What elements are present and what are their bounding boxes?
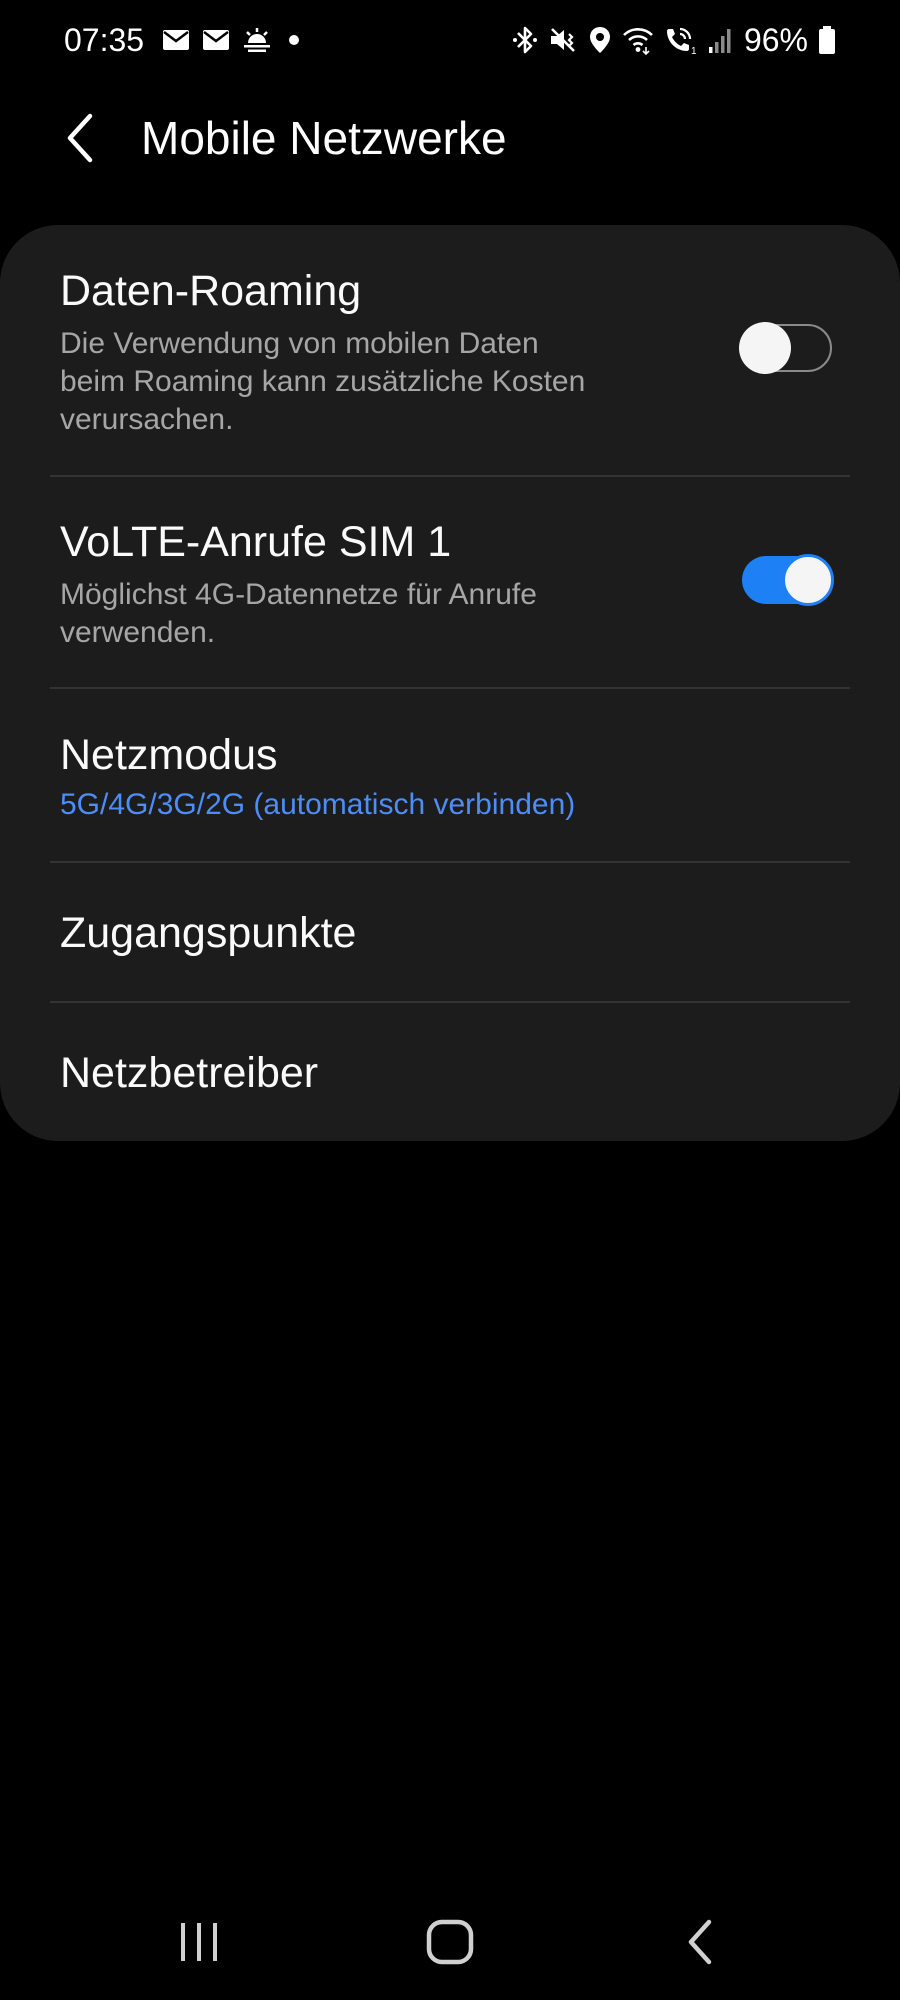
app-header: Mobile Netzwerke: [0, 96, 900, 180]
data-roaming-description: Die Verwendung von mobilen Daten beim Ro…: [60, 325, 660, 439]
volte-row[interactable]: VoLTE-Anrufe SIM 1 Möglichst 4G-Datennet…: [0, 477, 900, 687]
mute-vibrate-icon: [548, 25, 578, 55]
data-roaming-description-line: Die Verwendung von mobilen Daten: [60, 327, 539, 360]
home-button[interactable]: [405, 1907, 495, 1977]
status-bar: 07:35 1 96%: [0, 0, 900, 80]
back-icon: [688, 1919, 712, 1965]
settings-card: Daten-Roaming Die Verwendung von mobilen…: [0, 225, 900, 1141]
data-roaming-row[interactable]: Daten-Roaming Die Verwendung von mobilen…: [0, 225, 900, 477]
recents-icon: [181, 1923, 217, 1961]
location-icon: [588, 25, 612, 55]
back-button[interactable]: [48, 104, 112, 172]
volte-description-line: Möglichst 4G-Datennetze für Anrufe: [60, 578, 537, 611]
battery-percentage: 96%: [743, 21, 808, 58]
page-title: Mobile Netzwerke: [141, 112, 507, 164]
toggle-knob: [782, 554, 834, 606]
home-icon: [426, 1919, 474, 1965]
network-mode-title: Netzmodus: [60, 731, 278, 779]
recents-button[interactable]: [154, 1907, 244, 1977]
data-roaming-description-line: verursachen.: [60, 403, 234, 436]
data-roaming-title: Daten-Roaming: [60, 267, 362, 315]
volte-call-icon: 1: [664, 25, 698, 55]
network-mode-value: 5G/4G/3G/2G (automatisch verbinden): [60, 788, 576, 821]
mail-icon: [162, 29, 190, 51]
access-points-title: Zugangspunkte: [60, 909, 357, 957]
volte-description: Möglichst 4G-Datennetze für Anrufe verwe…: [60, 576, 660, 652]
nav-back-button[interactable]: [656, 1907, 746, 1977]
status-time: 07:35: [64, 21, 145, 58]
weather-sun-icon: [242, 27, 272, 53]
access-points-row[interactable]: Zugangspunkte: [0, 863, 900, 1001]
network-mode-row[interactable]: Netzmodus 5G/4G/3G/2G (automatisch verbi…: [0, 689, 900, 861]
data-roaming-description-line: beim Roaming kann zusätzliche Kosten: [60, 365, 586, 398]
notification-dot-icon: [284, 30, 304, 50]
navigation-bar: [0, 1895, 900, 1995]
network-operators-title: Netzbetreiber: [60, 1049, 319, 1097]
data-roaming-toggle[interactable]: [739, 322, 832, 374]
wifi-icon: [622, 25, 654, 55]
mail-icon: [202, 29, 230, 51]
status-right: 1 96%: [512, 20, 836, 60]
chevron-left-icon: [67, 113, 93, 163]
bluetooth-icon: [512, 25, 538, 55]
battery-icon: [818, 25, 836, 55]
status-left: 07:35: [64, 20, 304, 60]
svg-text:1: 1: [691, 46, 697, 55]
volte-description-line: verwenden.: [60, 616, 216, 649]
volte-title: VoLTE-Anrufe SIM 1: [60, 518, 452, 566]
toggle-knob: [739, 322, 791, 374]
volte-toggle[interactable]: [742, 554, 834, 606]
signal-icon: [708, 26, 734, 54]
network-operators-row[interactable]: Netzbetreiber: [0, 1003, 900, 1141]
